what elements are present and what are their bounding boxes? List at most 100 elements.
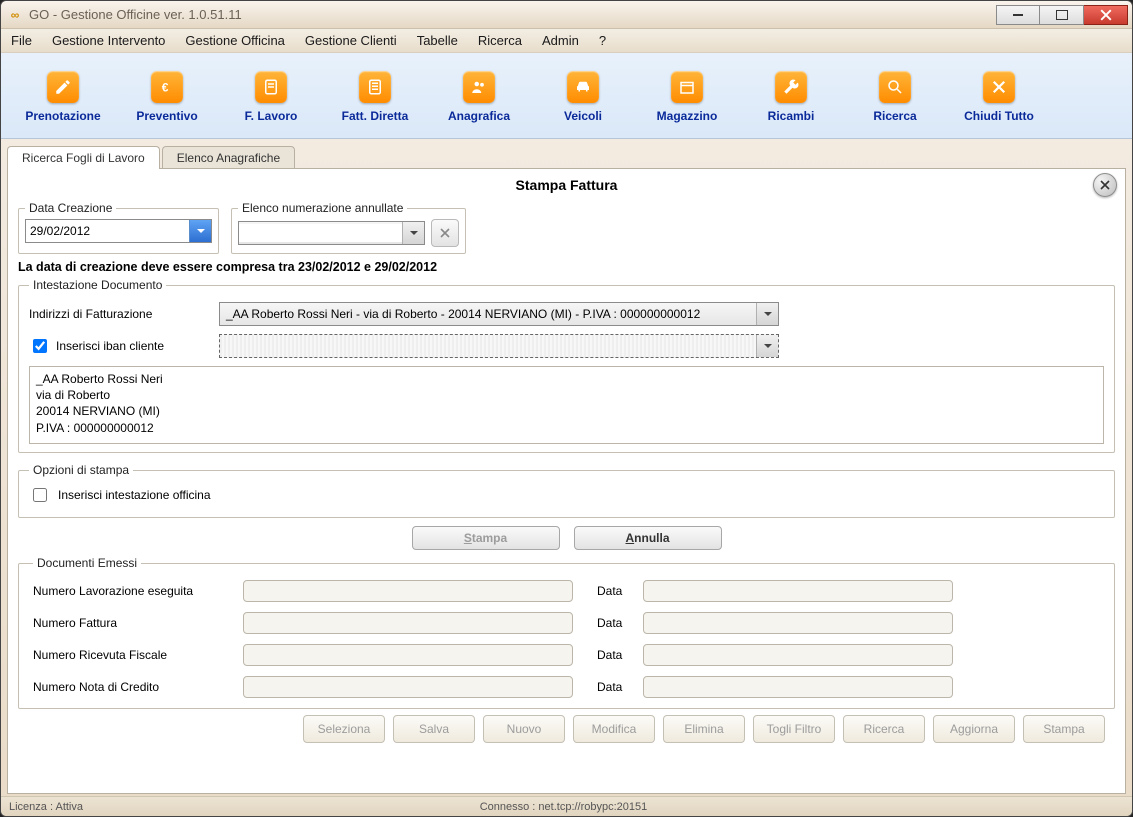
data-label: Data [597, 616, 633, 630]
tool-prenotazione[interactable]: Prenotazione [11, 71, 115, 123]
tab-ricerca-fogli[interactable]: Ricerca Fogli di Lavoro [7, 146, 160, 169]
tool-label: Ricambi [768, 109, 815, 123]
stampa-button-rest: tampa [472, 531, 507, 545]
statusbar: Licenza : Attiva Connesso : net.tcp://ro… [1, 796, 1132, 816]
emessi-label: Numero Fattura [33, 616, 233, 630]
salva-button[interactable]: Salva [393, 715, 475, 743]
wrench-icon [775, 71, 807, 103]
box-icon [671, 71, 703, 103]
svg-text:€: € [162, 80, 169, 94]
menu-tabelle[interactable]: Tabelle [417, 33, 458, 48]
emessi-row: Numero Ricevuta Fiscale Data [33, 644, 1100, 666]
tool-anagrafica[interactable]: Anagrafica [427, 71, 531, 123]
data-ricevuta-field [643, 644, 953, 666]
data-fattura-field [643, 612, 953, 634]
x-icon [440, 228, 450, 238]
ricerca-button[interactable]: Ricerca [843, 715, 925, 743]
euro-icon: € [151, 71, 183, 103]
emessi-row: Numero Fattura Data [33, 612, 1100, 634]
stampa-button[interactable]: Stampa [412, 526, 560, 550]
people-icon [463, 71, 495, 103]
tool-label: Anagrafica [448, 109, 510, 123]
annulla-button-rest: nnulla [634, 531, 669, 545]
officina-checkbox[interactable] [33, 488, 47, 502]
intestazione-legend: Intestazione Documento [29, 278, 166, 292]
fieldset-data-creazione: Data Creazione [18, 201, 219, 254]
modifica-button[interactable]: Modifica [573, 715, 655, 743]
tabstrip: Ricerca Fogli di Lavoro Elenco Anagrafic… [1, 143, 1132, 169]
indirizzi-select[interactable]: _AA Roberto Rossi Neri - via di Roberto … [219, 302, 779, 326]
address-line: via di Roberto [36, 387, 1097, 403]
status-connection: Connesso : net.tcp://robypc:20151 [480, 801, 648, 813]
menu-admin[interactable]: Admin [542, 33, 579, 48]
minimize-button[interactable] [996, 5, 1040, 25]
search-icon [879, 71, 911, 103]
elenco-annullate-select[interactable] [238, 221, 425, 245]
chevron-down-icon[interactable] [756, 303, 778, 325]
iban-checkbox[interactable] [33, 339, 47, 353]
sheet-icon [255, 71, 287, 103]
data-creazione-legend: Data Creazione [25, 201, 116, 215]
data-nota-field [643, 676, 953, 698]
tool-label: Prenotazione [25, 109, 100, 123]
tool-chiudi-tutto[interactable]: Chiudi Tutto [947, 71, 1051, 123]
menu-gestione-officina[interactable]: Gestione Officina [185, 33, 284, 48]
tool-magazzino[interactable]: Magazzino [635, 71, 739, 123]
tool-preventivo[interactable]: € Preventivo [115, 71, 219, 123]
data-lavorazione-field [643, 580, 953, 602]
tool-veicoli[interactable]: Veicoli [531, 71, 635, 123]
indirizzi-label: Indirizzi di Fatturazione [29, 307, 209, 321]
tool-label: Preventivo [136, 109, 197, 123]
menu-help[interactable]: ? [599, 33, 606, 48]
content-panel: Stampa Fattura Data Creazione Elenco num… [7, 169, 1126, 794]
menu-file[interactable]: File [11, 33, 32, 48]
window-title: GO - Gestione Officine ver. 1.0.51.11 [29, 7, 242, 22]
annulla-button[interactable]: Annulla [574, 526, 722, 550]
menu-ricerca[interactable]: Ricerca [478, 33, 522, 48]
fieldset-documenti-emessi: Documenti Emessi Numero Lavorazione eseg… [18, 556, 1115, 709]
elenco-annullate-field[interactable] [239, 224, 402, 242]
tool-fatt-diretta[interactable]: Fatt. Diretta [323, 71, 427, 123]
seleziona-button[interactable]: Seleziona [303, 715, 385, 743]
emessi-legend: Documenti Emessi [33, 556, 141, 570]
page-title: Stampa Fattura [18, 177, 1115, 193]
chevron-down-icon[interactable] [402, 222, 424, 244]
data-creazione-field[interactable] [26, 222, 189, 240]
stampa-button-first-letter: S [464, 531, 472, 545]
menu-gestione-clienti[interactable]: Gestione Clienti [305, 33, 397, 48]
chevron-down-icon[interactable] [756, 335, 778, 357]
iban-select[interactable] [219, 334, 779, 358]
tool-ricerca[interactable]: Ricerca [843, 71, 947, 123]
menu-gestione-intervento[interactable]: Gestione Intervento [52, 33, 165, 48]
tool-f-lavoro[interactable]: F. Lavoro [219, 71, 323, 123]
pencil-icon [47, 71, 79, 103]
numero-nota-field [243, 676, 573, 698]
address-line: 20014 NERVIANO (MI) [36, 403, 1097, 419]
bottom-button-bar: Seleziona Salva Nuovo Modifica Elimina T… [18, 709, 1115, 747]
togli-filtro-button[interactable]: Togli Filtro [753, 715, 835, 743]
clear-annullate-button[interactable] [431, 219, 459, 247]
aggiorna-button[interactable]: Aggiorna [933, 715, 1015, 743]
close-icon [1100, 180, 1110, 190]
emessi-label: Numero Lavorazione eseguita [33, 584, 233, 598]
elenco-annullate-legend: Elenco numerazione annullate [238, 201, 407, 215]
status-license: Licenza : Attiva [9, 801, 83, 813]
elimina-button[interactable]: Elimina [663, 715, 745, 743]
maximize-button[interactable] [1040, 5, 1084, 25]
officina-check-label: Inserisci intestazione officina [58, 488, 211, 502]
panel-close-button[interactable] [1093, 173, 1117, 197]
close-icon [983, 71, 1015, 103]
tool-label: Chiudi Tutto [964, 109, 1034, 123]
tab-elenco-anagrafiche[interactable]: Elenco Anagrafiche [162, 146, 295, 169]
tool-label: Magazzino [657, 109, 718, 123]
window-close-button[interactable] [1084, 5, 1128, 25]
address-line: P.IVA : 000000000012 [36, 420, 1097, 436]
chevron-down-icon[interactable] [189, 220, 211, 242]
tool-ricambi[interactable]: Ricambi [739, 71, 843, 123]
nuovo-button[interactable]: Nuovo [483, 715, 565, 743]
titlebar: ∞ GO - Gestione Officine ver. 1.0.51.11 [1, 1, 1132, 29]
emessi-row: Numero Nota di Credito Data [33, 676, 1100, 698]
stampa-bottom-button[interactable]: Stampa [1023, 715, 1105, 743]
data-label: Data [597, 648, 633, 662]
data-creazione-input[interactable] [25, 219, 212, 243]
